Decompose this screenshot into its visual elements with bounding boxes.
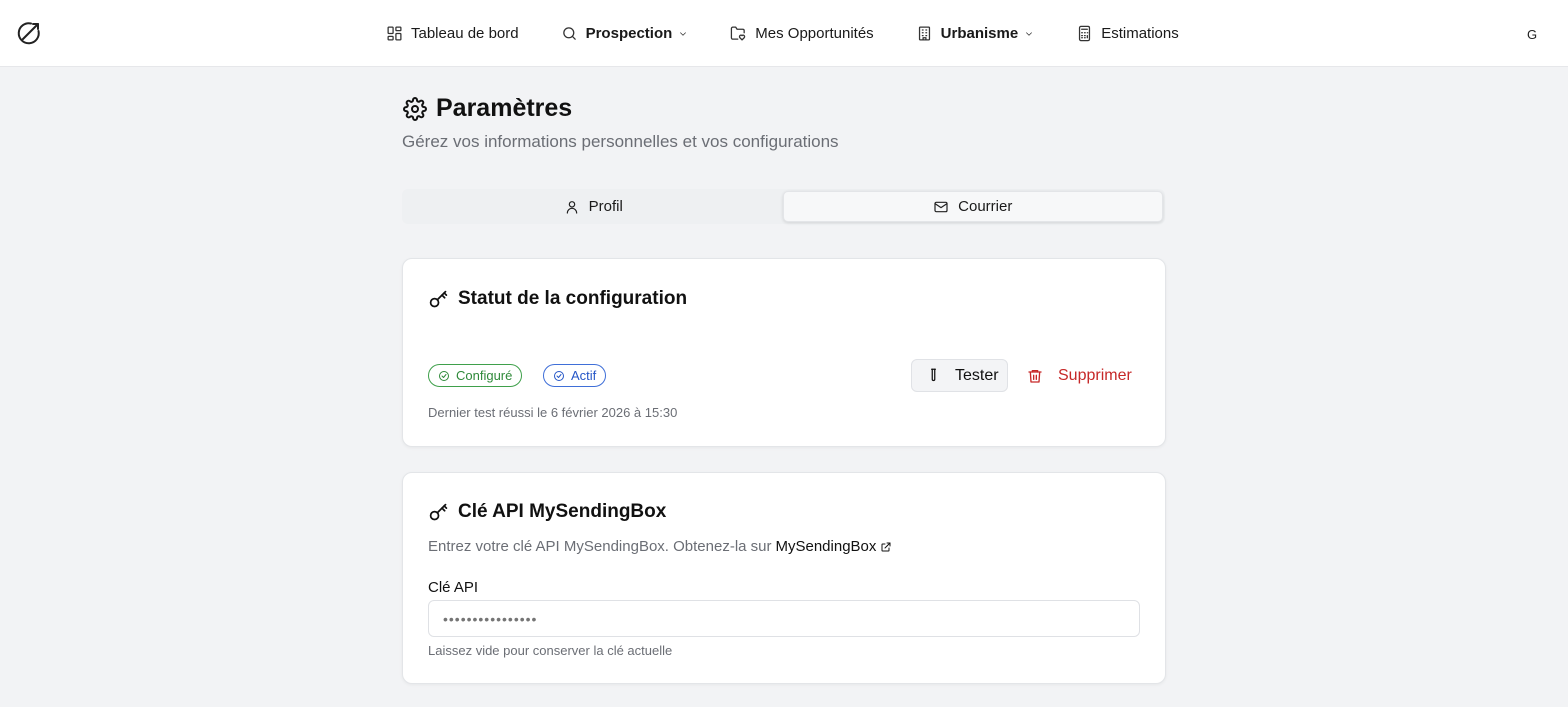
settings-gear-icon — [403, 96, 427, 121]
page-title-text: Paramètres — [436, 94, 573, 122]
tab-profil-label: Profil — [588, 198, 623, 215]
chevron-down-icon — [680, 31, 687, 36]
tab-profil[interactable]: Profil — [404, 191, 783, 222]
api-key-field-label: Clé API — [428, 579, 479, 596]
api-key-card: Clé API MySendingBox Entrez votre clé AP… — [402, 472, 1166, 684]
chevron-down-icon — [1026, 31, 1033, 36]
status-badge-active: Actif — [543, 364, 607, 387]
trash-icon — [1028, 369, 1042, 383]
folder-heart-icon — [731, 26, 746, 41]
api-key-input[interactable] — [428, 600, 1140, 637]
api-key-description-text: Entrez votre clé API MySendingBox. Obten… — [428, 538, 772, 555]
nav-urbanisme-label: Urbanisme — [940, 25, 1019, 42]
config-status-card: Statut de la configuration Configuré Act… — [402, 258, 1166, 447]
page-title: Paramètres — [403, 94, 572, 123]
nav-dashboard-label: Tableau de bord — [411, 25, 519, 42]
app-logo-icon[interactable] — [16, 20, 42, 46]
search-icon — [562, 27, 576, 40]
last-test-timestamp: Dernier test réussi le 6 février 2026 à … — [428, 405, 678, 420]
main-nav: Tableau de bord Prospection Mes Opportun… — [386, 0, 1221, 67]
key-icon — [429, 290, 448, 307]
calculator-icon — [1079, 25, 1091, 42]
delete-button-label: Supprimer — [1058, 366, 1132, 384]
status-badge-active-label: Actif — [571, 368, 597, 383]
config-status-title: Statut de la configuration — [428, 288, 687, 310]
key-icon — [429, 503, 448, 520]
user-icon — [566, 200, 577, 214]
nav-estimations-label: Estimations — [1101, 25, 1179, 42]
api-key-description: Entrez votre clé API MySendingBox. Obten… — [428, 538, 892, 555]
api-key-title-text: Clé API MySendingBox — [458, 501, 667, 522]
api-key-help-text: Laissez vide pour conserver la clé actue… — [428, 643, 673, 658]
nav-prospection[interactable]: Prospection — [561, 25, 689, 42]
test-button[interactable]: Tester — [911, 359, 1008, 392]
external-link-icon — [881, 542, 891, 551]
user-avatar[interactable]: G — [1520, 22, 1544, 46]
config-status-title-text: Statut de la configuration — [458, 288, 688, 309]
api-key-title: Clé API MySendingBox — [428, 501, 666, 523]
building-icon — [918, 26, 930, 41]
nav-opportunities-label: Mes Opportunités — [755, 25, 874, 42]
top-navbar: Tableau de bord Prospection Mes Opportun… — [0, 0, 1568, 67]
nav-prospection-label: Prospection — [585, 25, 673, 42]
nav-dashboard[interactable]: Tableau de bord — [386, 25, 519, 42]
mail-icon — [934, 201, 948, 212]
status-badge-configured: Configuré — [428, 364, 523, 387]
check-circle-icon — [439, 370, 449, 381]
test-tube-icon — [931, 368, 936, 382]
nav-estimations[interactable]: Estimations — [1076, 25, 1179, 42]
nav-urbanisme[interactable]: Urbanisme — [916, 25, 1035, 42]
test-button-label: Tester — [955, 366, 999, 384]
nav-opportunities[interactable]: Mes Opportunités — [730, 25, 874, 42]
tab-courrier-label: Courrier — [958, 198, 1013, 215]
delete-button[interactable]: Supprimer — [1027, 359, 1132, 392]
page-subtitle: Gérez vos informations personnelles et v… — [402, 132, 839, 151]
settings-tabs: Profil Courrier — [402, 189, 1165, 224]
check-circle-icon — [554, 370, 564, 381]
tab-courrier[interactable]: Courrier — [782, 191, 1163, 222]
status-badge-configured-label: Configuré — [456, 368, 513, 383]
mysendingbox-link[interactable]: MySendingBox — [776, 538, 893, 555]
dashboard-icon — [387, 26, 402, 41]
mysendingbox-link-label: MySendingBox — [775, 538, 877, 555]
